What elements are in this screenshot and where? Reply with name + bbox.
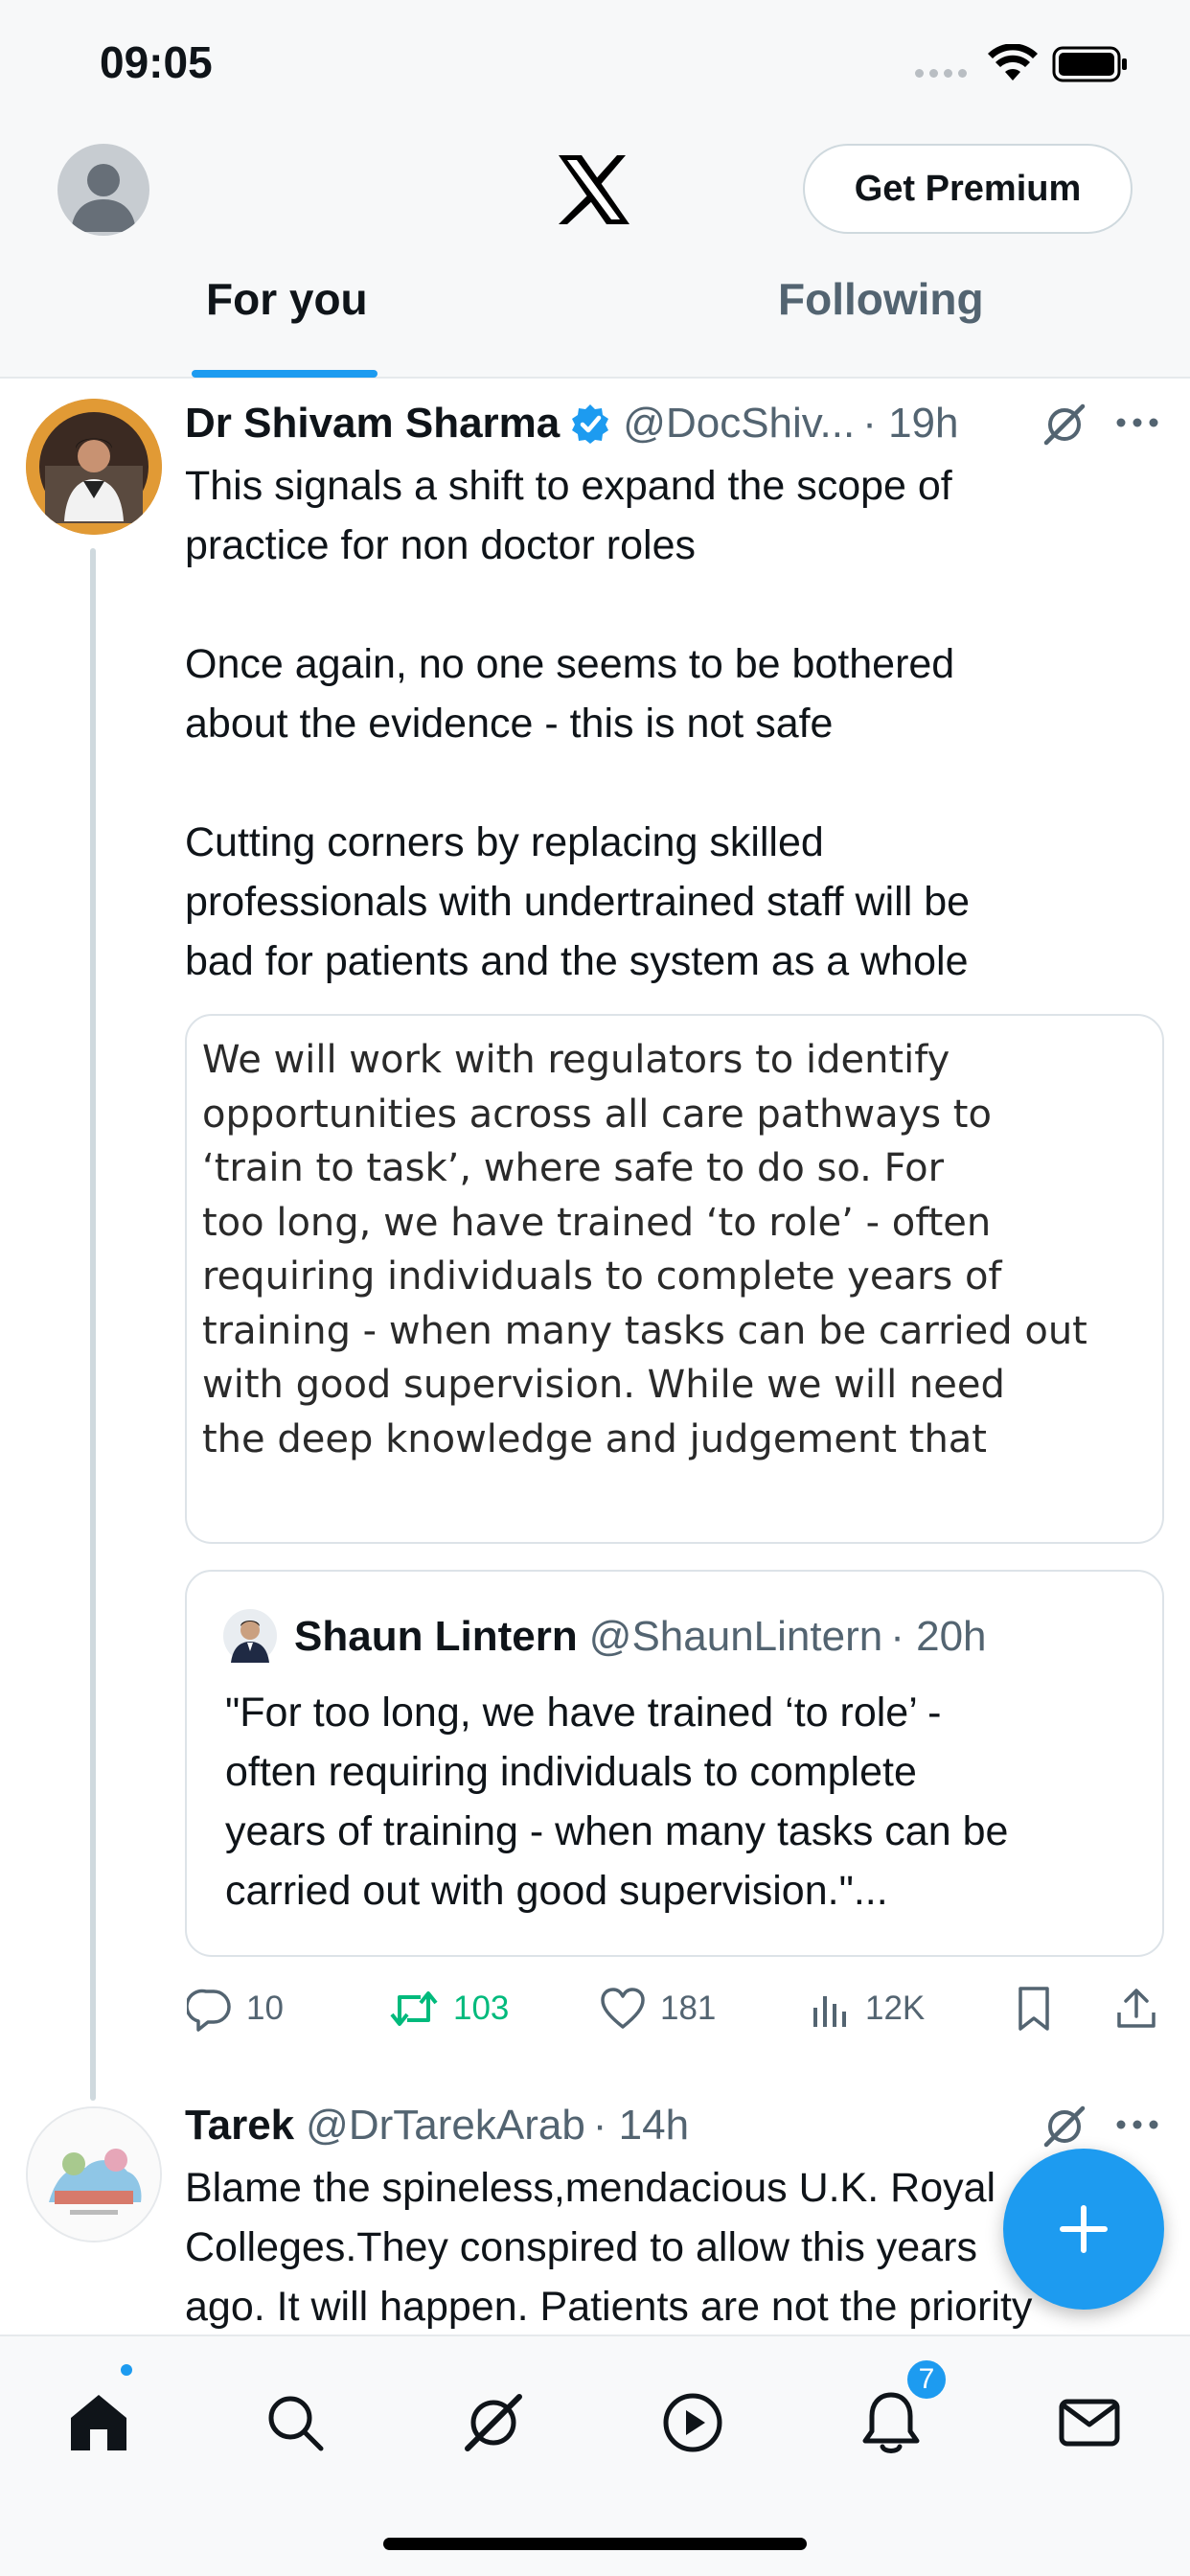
home-unread-dot — [118, 2361, 135, 2379]
text-line: bad for patients and the system as a who… — [185, 938, 969, 984]
cellular-signal-icon — [915, 69, 967, 78]
grok-icon[interactable] — [1041, 401, 1088, 448]
text-line: professionals with undertrained staff wi… — [185, 879, 971, 925]
tweet-text: Blame the spineless,mendacious U.K. Roya… — [185, 2158, 1105, 2336]
text-line: Blame the spineless,mendacious U.K. Roya… — [185, 2165, 996, 2211]
reply-button[interactable]: 10 — [187, 1982, 284, 2036]
heart-icon — [601, 1988, 645, 2029]
views-button[interactable]: 12K — [808, 1982, 925, 2036]
more-options-icon[interactable] — [1115, 2118, 1159, 2131]
more-options-icon[interactable] — [1115, 416, 1159, 429]
reply-icon — [187, 1989, 231, 2032]
battery-icon — [1052, 46, 1127, 82]
text-line: Colleges.They conspired to allow this ye… — [185, 2224, 977, 2270]
quoted-tweet[interactable]: Shaun Lintern @ShaunLintern · 20h "For t… — [185, 1570, 1164, 1957]
nav-messages[interactable] — [1041, 2375, 1137, 2471]
author-name[interactable]: Tarek — [185, 2102, 294, 2150]
image-document-text: We will work with regulators to identify… — [187, 1016, 1162, 1466]
grok-icon[interactable] — [1041, 2103, 1088, 2150]
like-count: 181 — [660, 1990, 717, 2027]
tweet-image-card[interactable]: We will work with regulators to identify… — [185, 1014, 1164, 1544]
status-bar: 09:05 — [0, 0, 1190, 129]
image-text-line: opportunities across all care pathways t… — [202, 1092, 992, 1137]
quote-author-handle: @ShaunLintern — [588, 1613, 883, 1660]
image-text-line: too long, we have trained ‘to role’ - of… — [202, 1200, 992, 1245]
image-text-line: ‘train to task’, where safe to do so. Fo… — [202, 1146, 945, 1190]
nav-home[interactable] — [51, 2375, 147, 2471]
text-line: "For too long, we have trained ‘to role’… — [225, 1690, 942, 1736]
text-line: about the evidence - this is not safe — [185, 701, 834, 747]
analytics-icon — [813, 1996, 846, 2027]
quote-author-name: Shaun Lintern — [294, 1613, 578, 1660]
search-icon — [268, 2396, 324, 2451]
image-text-line: with good supervision. While we will nee… — [202, 1363, 1005, 1407]
repost-count: 103 — [453, 1990, 510, 2027]
author-photo — [26, 399, 162, 535]
tweet-author-avatar[interactable] — [26, 2106, 162, 2242]
text-line: practice for non doctor roles — [185, 522, 696, 568]
nav-video[interactable] — [645, 2375, 741, 2471]
image-text-line: the deep knowledge and judgement that — [202, 1416, 987, 1461]
image-text-line: requiring individuals to complete years … — [202, 1254, 1002, 1299]
repost-icon — [390, 1991, 438, 2026]
text-line: Cutting corners by replacing skilled — [185, 819, 824, 865]
top-header: Get Premium For you Following — [0, 129, 1190, 379]
share-icon — [1117, 1989, 1156, 2028]
home-indicator[interactable] — [383, 2538, 807, 2550]
nav-grok[interactable] — [446, 2375, 541, 2471]
play-circle-icon — [663, 2393, 722, 2452]
text-line: ago. It will happen. Patients are not th… — [185, 2284, 1033, 2330]
author-photo — [28, 2108, 160, 2241]
image-text-line: training - when many tasks can be carrie… — [202, 1308, 1087, 1353]
tweet-actions: 10 103 181 12K — [187, 1982, 1174, 2036]
tab-for-you[interactable]: For you — [206, 273, 368, 325]
text-line: This signals a shift to expand the scope… — [185, 463, 952, 509]
wifi-icon — [988, 44, 1038, 80]
reply-count: 10 — [246, 1990, 284, 2027]
profile-avatar[interactable] — [57, 144, 149, 236]
tab-following[interactable]: Following — [778, 273, 984, 325]
notifications-badge: 7 — [904, 2358, 949, 2402]
plus-icon — [1060, 2205, 1108, 2253]
tweet-text: This signals a shift to expand the scope… — [185, 456, 1105, 991]
tweet-time: · 14h — [592, 2102, 690, 2149]
status-time: 09:05 — [100, 37, 213, 87]
tweet-header: Dr Shivam Sharma @DocShiv... · 19h — [185, 395, 959, 452]
nav-search[interactable] — [247, 2375, 343, 2471]
x-logo-icon[interactable] — [556, 153, 632, 226]
author-handle[interactable]: @DocShiv... — [623, 400, 855, 448]
grok-icon — [465, 2394, 522, 2451]
compose-post-button[interactable] — [1003, 2149, 1164, 2310]
verified-badge-icon — [572, 404, 609, 444]
bookmark-icon — [1018, 1987, 1049, 2031]
home-icon — [71, 2395, 126, 2450]
image-text-line: We will work with regulators to identify — [202, 1038, 950, 1082]
quote-header: Shaun Lintern @ShaunLintern · 20h — [294, 1608, 987, 1666]
text-line: often requiring individuals to complete — [225, 1749, 917, 1795]
text-line: years of training - when many tasks can … — [225, 1808, 1009, 1854]
tweet-header: Tarek @DrTarekArab · 14h — [185, 2097, 689, 2154]
mail-icon — [1059, 2399, 1120, 2447]
tweet-author-avatar[interactable] — [26, 399, 162, 535]
text-line: Once again, no one seems to be bothered — [185, 641, 955, 687]
quote-author-avatar — [223, 1609, 277, 1663]
author-name[interactable]: Dr Shivam Sharma — [185, 400, 560, 448]
quote-time: · 20h — [890, 1613, 987, 1660]
bookmark-button[interactable] — [1013, 1982, 1068, 2036]
view-count: 12K — [865, 1990, 926, 2027]
thread-line — [90, 548, 96, 2101]
tweet-time: · 19h — [862, 400, 959, 447]
bell-icon — [862, 2392, 920, 2453]
author-handle[interactable]: @DrTarekArab — [306, 2102, 585, 2150]
quote-text: "For too long, we have trained ‘to role’… — [225, 1683, 1008, 1920]
repost-button[interactable]: 103 — [388, 1982, 509, 2036]
text-line: carried out with good supervision."... — [225, 1868, 888, 1914]
like-button[interactable]: 181 — [599, 1982, 716, 2036]
active-tab-indicator — [192, 370, 378, 378]
get-premium-button[interactable]: Get Premium — [803, 144, 1133, 234]
user-icon — [71, 164, 136, 232]
share-button[interactable] — [1114, 1982, 1172, 2036]
